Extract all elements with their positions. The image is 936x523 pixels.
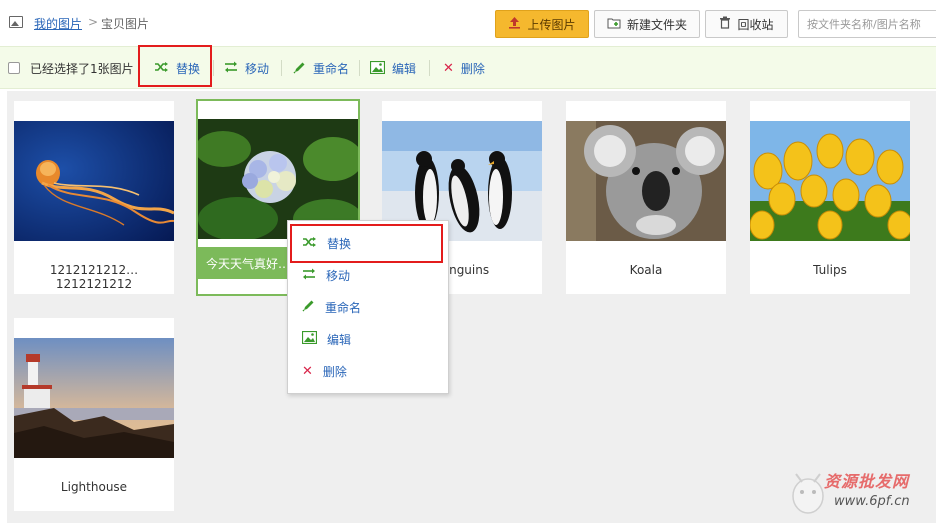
replace-menu-highlight-box <box>290 224 443 263</box>
new-folder-button[interactable]: 新建文件夹 <box>594 10 700 38</box>
breadcrumb-current: 宝贝图片 <box>101 17 150 31</box>
page-header: 我的图片 > 宝贝图片 上传图片 新建文件夹 回收站 <box>0 0 936 46</box>
image-card-jellyfish[interactable]: 1212121212…1212121212 <box>14 101 174 294</box>
toolbar-divider <box>213 60 214 76</box>
image-label: Lighthouse <box>60 480 128 494</box>
toolbar-rename-button[interactable]: 重命名 <box>293 60 349 77</box>
picture-edit-icon <box>369 60 386 77</box>
replace-highlight-box <box>138 45 212 87</box>
context-menu-label: 重命名 <box>325 300 362 315</box>
context-menu-label: 编辑 <box>327 332 352 347</box>
pencil-icon <box>293 61 306 77</box>
toolbar-divider <box>429 60 430 76</box>
new-folder-icon <box>607 17 621 32</box>
watermark-text: 资源批发网 <box>824 472 910 491</box>
close-icon: ✕ <box>443 61 454 76</box>
select-all-checkbox[interactable] <box>8 62 20 74</box>
move-arrows-icon <box>224 61 238 76</box>
context-menu-move[interactable]: 移动 <box>288 259 448 291</box>
watermark-url: www.6pf.cn <box>834 494 910 509</box>
watermark: 资源批发网 www.6pf.cn <box>790 462 936 523</box>
koala-thumbnail[interactable] <box>566 121 726 241</box>
tulips-thumbnail[interactable] <box>750 121 910 241</box>
toolbar-divider <box>281 60 282 76</box>
context-menu-label: 删除 <box>322 364 347 379</box>
context-menu-delete[interactable]: ✕ 删除 <box>288 355 448 387</box>
image-gallery: 1212121212…1212121212 今天天气真好… Penguins K… <box>7 91 936 523</box>
toolbar-divider <box>359 60 360 76</box>
upload-image-label: 上传图片 <box>527 17 576 32</box>
image-label: Koala <box>629 263 663 277</box>
toolbar-move-label: 移动 <box>245 62 270 76</box>
breadcrumb-separator: > <box>88 15 99 29</box>
image-label: 1212121212…1212121212 <box>49 263 139 291</box>
context-menu-edit[interactable]: 编辑 <box>288 323 448 355</box>
recycle-bin-label: 回收站 <box>737 17 774 32</box>
toolbar-delete-button[interactable]: ✕ 删除 <box>443 60 485 77</box>
search-input[interactable] <box>798 10 936 38</box>
picture-edit-icon <box>301 330 318 347</box>
trash-icon <box>719 16 731 32</box>
image-card-lighthouse[interactable]: Lighthouse <box>14 318 174 511</box>
pencil-icon <box>302 299 315 315</box>
toolbar-rename-label: 重命名 <box>313 62 350 76</box>
toolbar-move-button[interactable]: 移动 <box>224 60 269 77</box>
toolbar-edit-label: 编辑 <box>392 62 417 76</box>
context-menu-rename[interactable]: 重命名 <box>288 291 448 323</box>
lighthouse-thumbnail[interactable] <box>14 338 174 458</box>
image-card-koala[interactable]: Koala <box>566 101 726 294</box>
breadcrumb-root-link[interactable]: 我的图片 <box>34 15 82 32</box>
image-label: Tulips <box>813 263 847 277</box>
new-folder-label: 新建文件夹 <box>626 17 687 32</box>
move-arrows-icon <box>302 268 316 283</box>
selection-count-text: 已经选择了1张图片 <box>30 62 134 76</box>
toolbar-delete-label: 删除 <box>460 62 485 76</box>
upload-icon <box>508 16 521 32</box>
context-menu-label: 移动 <box>326 268 351 283</box>
image-card-tulips[interactable]: Tulips <box>750 101 910 294</box>
toolbar-edit-button[interactable]: 编辑 <box>369 60 417 77</box>
jellyfish-thumbnail[interactable] <box>14 121 174 241</box>
mascot-icon <box>792 473 824 514</box>
close-icon: ✕ <box>302 363 313 379</box>
recycle-bin-button[interactable]: 回收站 <box>705 10 788 38</box>
upload-image-button[interactable]: 上传图片 <box>495 10 589 38</box>
image-icon <box>9 16 23 28</box>
